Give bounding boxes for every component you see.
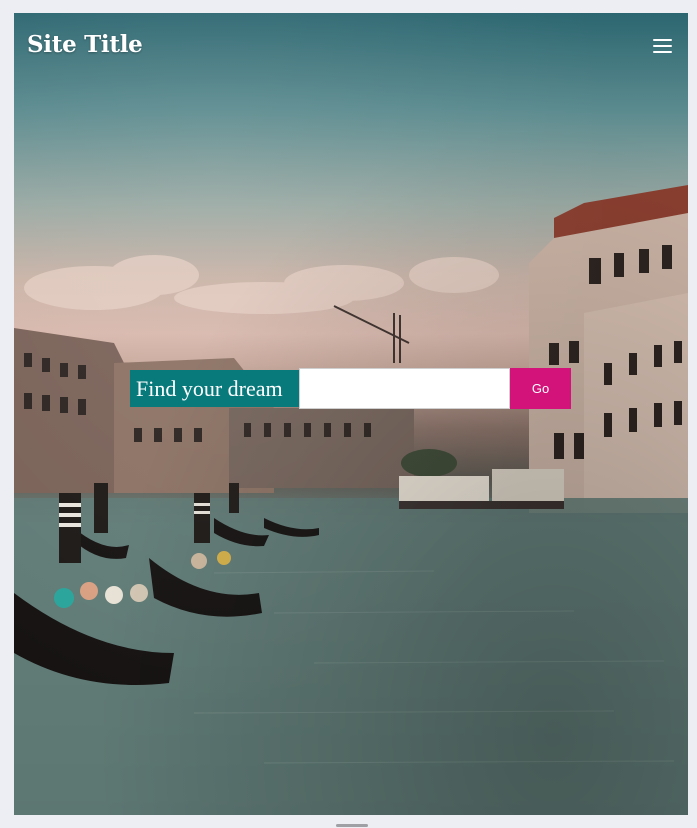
search-label: Find your dream xyxy=(130,370,299,407)
venice-canal-illustration xyxy=(14,185,688,815)
hero-section: Site Title Find your dream Go xyxy=(14,13,688,815)
menu-line-icon xyxy=(653,51,672,53)
hamburger-menu-icon[interactable] xyxy=(653,39,672,53)
search-form: Find your dream Go xyxy=(130,368,571,409)
menu-line-icon xyxy=(653,45,672,47)
scroll-handle[interactable] xyxy=(336,824,368,827)
go-button[interactable]: Go xyxy=(510,368,571,409)
site-title[interactable]: Site Title xyxy=(27,31,143,58)
menu-line-icon xyxy=(653,39,672,41)
search-input[interactable] xyxy=(299,368,510,409)
